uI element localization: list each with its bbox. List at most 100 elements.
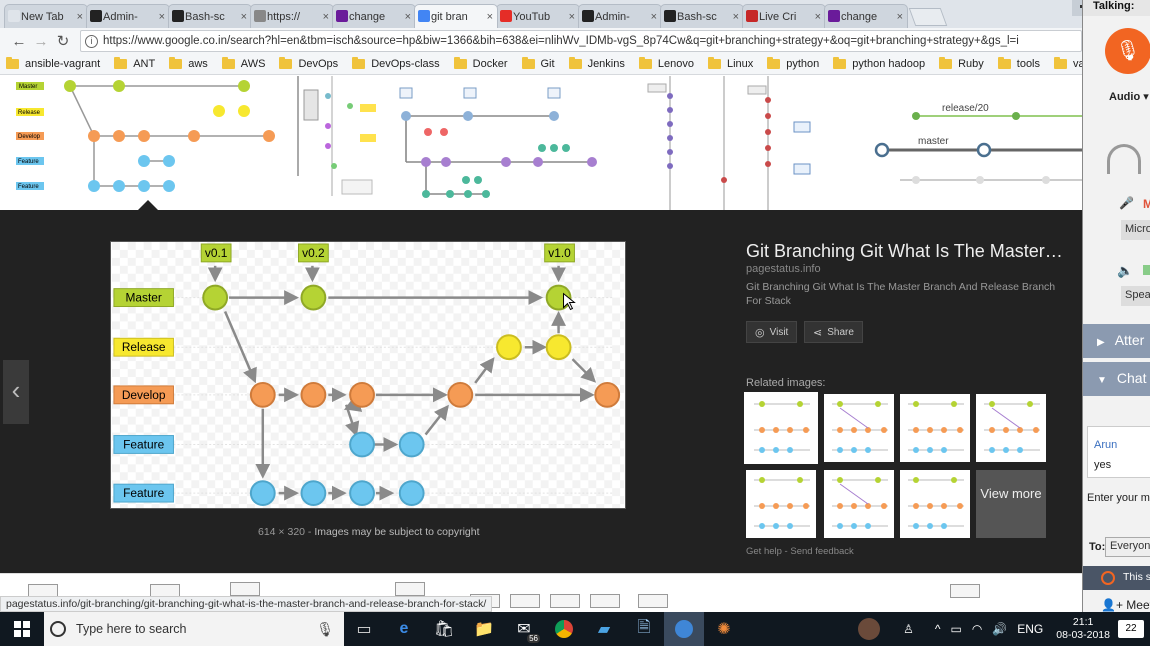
related-image-thumbnail[interactable]: [824, 394, 894, 462]
bookmark-item[interactable]: Jenkins: [568, 57, 625, 70]
bookmark-item[interactable]: tools: [997, 57, 1040, 70]
battery-icon[interactable]: ▭: [950, 622, 961, 636]
bookmark-item[interactable]: Docker: [453, 57, 508, 70]
store-icon[interactable]: 🛍: [424, 612, 464, 646]
result-thumbnail[interactable]: [550, 594, 580, 608]
bookmark-item[interactable]: aws: [169, 57, 208, 70]
image-source-site[interactable]: pagestatus.info: [746, 263, 821, 275]
result-thumbnail[interactable]: Master Release Develop Feature Feature: [0, 76, 290, 210]
bookmark-item[interactable]: AWS: [221, 57, 265, 70]
view-more-button[interactable]: View more: [976, 470, 1046, 538]
get-help-link[interactable]: Get help: [746, 546, 782, 557]
browser-tab[interactable]: change ×: [824, 4, 908, 28]
language-indicator[interactable]: ENG: [1017, 622, 1043, 636]
bookmark-item[interactable]: Ruby: [939, 57, 984, 70]
bookmark-item[interactable]: python hadoop: [833, 57, 925, 70]
result-thumbnail[interactable]: release/20 master: [870, 76, 1082, 210]
chat-input[interactable]: Enter your m: [1087, 492, 1150, 504]
user-avatar-icon[interactable]: [858, 618, 881, 640]
close-tab-icon[interactable]: ×: [487, 11, 493, 23]
browser-tab[interactable]: Live Cri ×: [742, 4, 826, 28]
previous-image-arrow-icon[interactable]: ‹: [3, 360, 29, 424]
browser-tab[interactable]: Bash-sc ×: [168, 4, 252, 28]
result-thumbnail[interactable]: [590, 594, 620, 608]
share-button[interactable]: ⋖ Share: [804, 321, 863, 343]
bookmark-item[interactable]: Lenovo: [638, 57, 694, 70]
notifications-icon[interactable]: 22: [1118, 620, 1144, 638]
microphone-muted-icon[interactable]: 🎙: [1105, 28, 1150, 74]
close-tab-icon[interactable]: ×: [241, 11, 247, 23]
bookmark-item[interactable]: ansible-vagrant: [6, 57, 100, 70]
image-title[interactable]: Git Branching Git What Is The Master…: [746, 241, 1063, 262]
volume-icon[interactable]: 🔊: [992, 622, 1007, 636]
people-icon[interactable]: ♙: [903, 622, 914, 636]
taskbar-search[interactable]: Type here to search 🎙: [44, 612, 344, 646]
close-tab-icon[interactable]: ×: [651, 11, 657, 23]
close-tab-icon[interactable]: ×: [897, 11, 903, 23]
browser-tab[interactable]: Bash-sc ×: [660, 4, 744, 28]
mail-icon[interactable]: ✉ 56: [504, 612, 544, 646]
result-thumbnail[interactable]: [395, 582, 425, 596]
result-thumbnail[interactable]: [510, 594, 540, 608]
send-feedback-link[interactable]: Send feedback: [790, 546, 853, 557]
browser-tab[interactable]: https:// ×: [250, 4, 334, 28]
close-tab-icon[interactable]: ×: [323, 11, 329, 23]
task-view-icon[interactable]: ▭: [344, 612, 384, 646]
edge-icon[interactable]: e: [384, 612, 424, 646]
speaker-select[interactable]: Spea: [1121, 286, 1150, 306]
result-thumbnail[interactable]: [638, 594, 668, 608]
close-tab-icon[interactable]: ×: [405, 11, 411, 23]
result-thumbnail[interactable]: [388, 76, 600, 210]
browser-tab[interactable]: git bran ×: [414, 4, 498, 28]
browser-tab[interactable]: Admin- ×: [578, 4, 662, 28]
remote-desktop-icon[interactable]: ▰: [584, 612, 624, 646]
result-thumbnail[interactable]: [950, 584, 980, 598]
browser-tab[interactable]: Admin- ×: [86, 4, 170, 28]
related-image-thumbnail[interactable]: [900, 470, 970, 538]
info-icon[interactable]: i: [85, 34, 98, 48]
bookmark-item[interactable]: python: [767, 57, 819, 70]
close-tab-icon[interactable]: ×: [815, 11, 821, 23]
bookmark-item[interactable]: Linux: [707, 57, 753, 70]
close-tab-icon[interactable]: ×: [569, 11, 575, 23]
related-image-thumbnail[interactable]: [900, 394, 970, 462]
result-thumbnail[interactable]: [640, 76, 820, 210]
related-image-thumbnail[interactable]: [744, 392, 818, 464]
chat-section[interactable]: ▼ Chat: [1083, 362, 1150, 396]
git-branching-diagram[interactable]: v0.1 v0.2 v1.0 Master Release Develop Fe…: [110, 241, 626, 509]
microphone-select[interactable]: Micro: [1121, 220, 1150, 240]
recipient-select[interactable]: Everyon: [1105, 537, 1150, 557]
webex-icon[interactable]: [664, 612, 704, 646]
bookmark-item[interactable]: vagrant: [1054, 57, 1082, 70]
wifi-icon[interactable]: ◠: [972, 622, 982, 636]
microphone-icon[interactable]: 🎙: [316, 621, 334, 638]
bookmark-item[interactable]: Git: [521, 57, 555, 70]
related-image-thumbnail[interactable]: [824, 470, 894, 538]
close-tab-icon[interactable]: ×: [159, 11, 165, 23]
chevron-up-icon[interactable]: ^: [935, 622, 941, 636]
chrome-icon[interactable]: [544, 612, 584, 646]
bookmark-item[interactable]: ANT: [114, 57, 155, 70]
browser-tab[interactable]: YouTub ×: [496, 4, 580, 28]
attendees-section[interactable]: ▶ Atter: [1083, 324, 1150, 358]
file-explorer-icon[interactable]: 📁: [464, 612, 504, 646]
close-tab-icon[interactable]: ×: [77, 11, 83, 23]
new-tab-button[interactable]: [908, 8, 948, 26]
app-icon[interactable]: ✺: [704, 612, 744, 646]
meet-button[interactable]: 👤+ Meet: [1101, 598, 1150, 612]
bookmark-item[interactable]: DevOps: [279, 57, 338, 70]
back-arrow-icon[interactable]: ←: [8, 33, 30, 50]
audio-label[interactable]: Audio ▾: [1109, 90, 1149, 103]
browser-tab[interactable]: New Tab ×: [4, 4, 88, 28]
notepad-icon[interactable]: 🗎: [624, 612, 664, 646]
bookmark-item[interactable]: DevOps-class: [352, 57, 440, 70]
url-input[interactable]: i https://www.google.co.in/search?hl=en&…: [80, 30, 1082, 52]
related-image-thumbnail[interactable]: [976, 394, 1046, 462]
clock[interactable]: 21:1 08-03-2018: [1056, 616, 1110, 642]
related-image-thumbnail[interactable]: [746, 470, 816, 538]
result-thumbnail[interactable]: [230, 582, 260, 596]
visit-button[interactable]: ◎ Visit: [746, 321, 798, 343]
start-button[interactable]: [0, 612, 44, 646]
result-thumbnail[interactable]: [292, 76, 382, 210]
browser-tab[interactable]: change ×: [332, 4, 416, 28]
